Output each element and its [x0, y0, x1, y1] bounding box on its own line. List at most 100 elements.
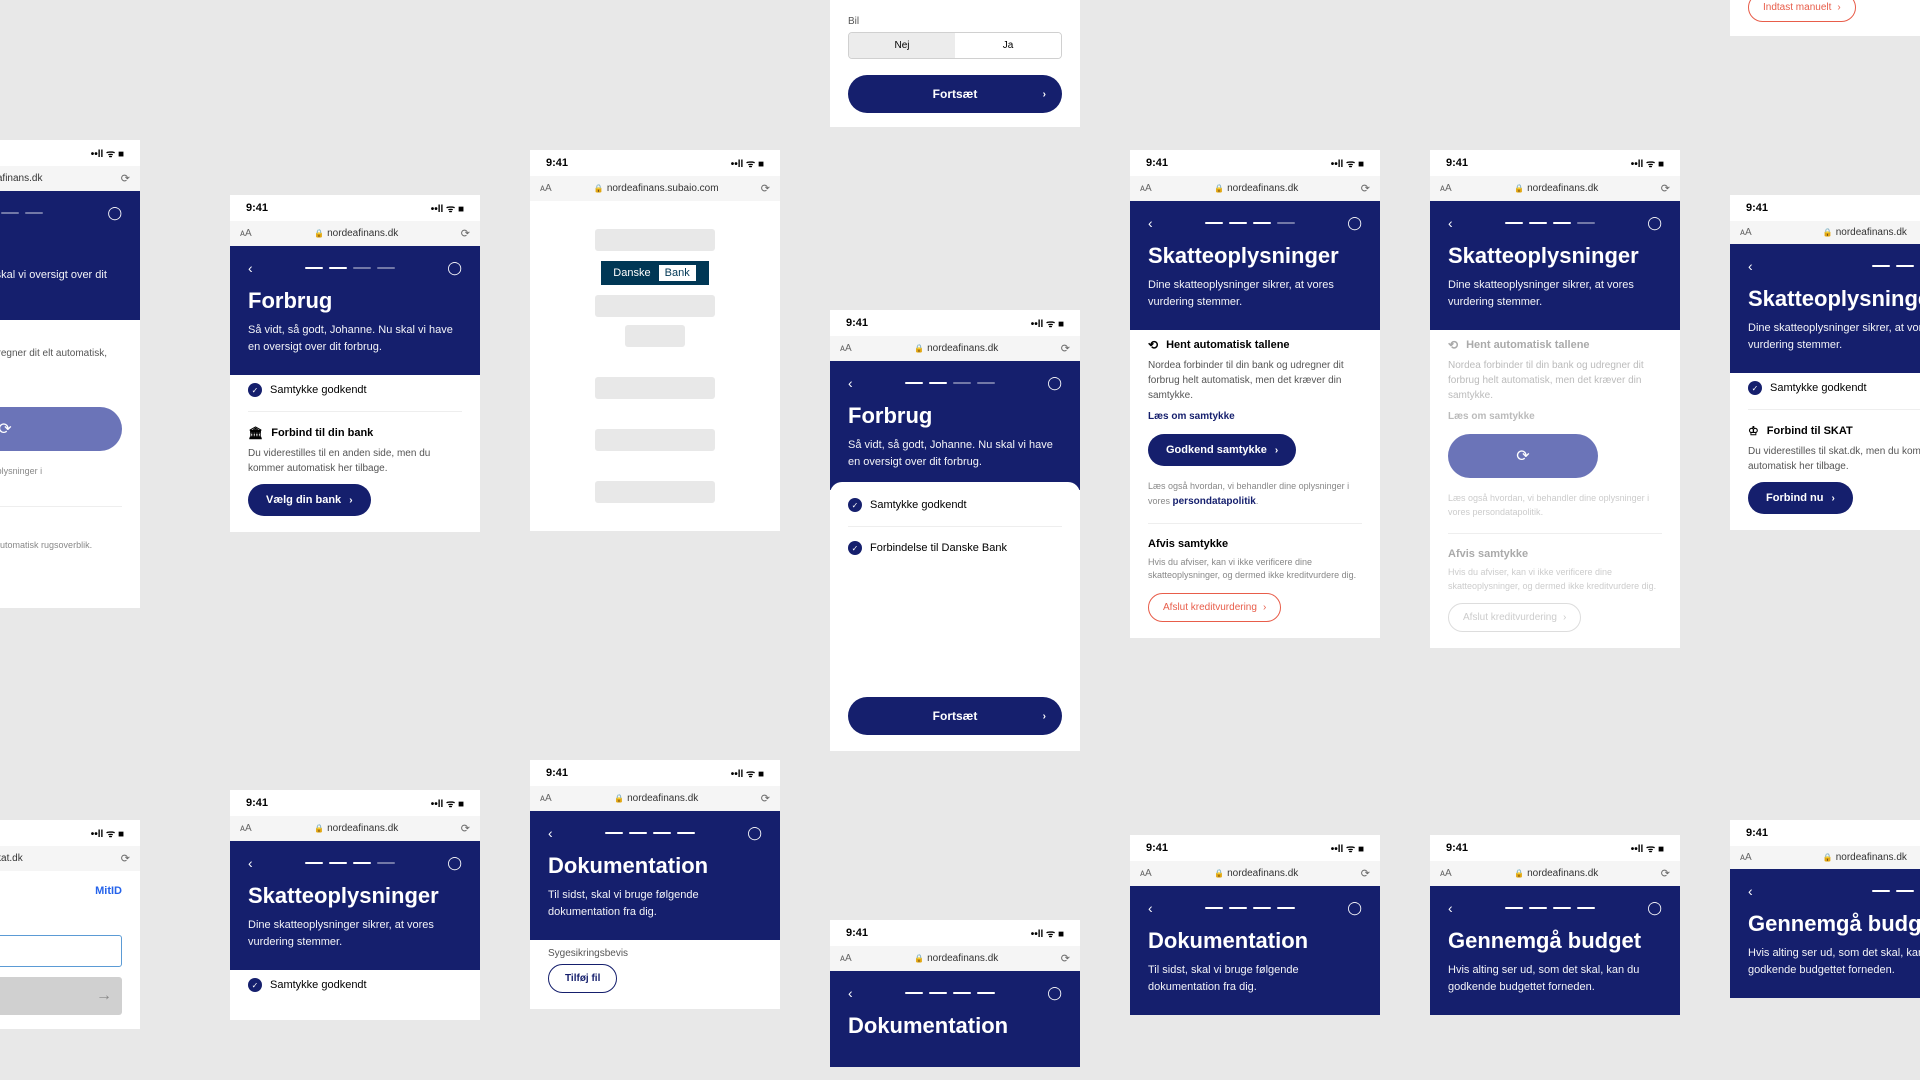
- chat-icon[interactable]: ◯: [447, 260, 462, 276]
- chat-icon[interactable]: ◯: [1647, 215, 1662, 231]
- forbind-body: Du viderestilles til en anden side, men …: [248, 446, 462, 476]
- chevron-right-icon: ›: [1043, 89, 1046, 100]
- refresh-icon[interactable]: ⟳: [461, 822, 470, 835]
- indtast-manuelt-button[interactable]: Indtast manuelt›: [1748, 0, 1856, 22]
- bank-item[interactable]: [625, 325, 685, 347]
- chat-icon[interactable]: ◯: [107, 205, 122, 221]
- chat-icon[interactable]: ◯: [1347, 900, 1362, 916]
- back-button[interactable]: ‹: [848, 375, 853, 391]
- refresh-icon[interactable]: ⟳: [1661, 182, 1670, 195]
- fortsaet-button[interactable]: Fortsæt›: [848, 75, 1062, 113]
- status-time: 9:41: [1746, 827, 1768, 839]
- hero-sub: Så vidt, så godt, Johanne. Nu skal vi ha…: [248, 322, 462, 355]
- bank-item[interactable]: [595, 377, 715, 399]
- toggle-bil[interactable]: Nej Ja: [848, 32, 1062, 59]
- godkend-button[interactable]: Godkend samtykke›: [1148, 434, 1296, 466]
- hent-head: ⟲Hent automatisk tallene: [1448, 338, 1662, 352]
- refresh-icon[interactable]: ⟳: [1361, 182, 1370, 195]
- refresh-icon[interactable]: ⟳: [1061, 952, 1070, 965]
- samtykke-row: ✓Samtykke godkendt: [248, 383, 462, 397]
- chat-icon[interactable]: ◯: [747, 825, 762, 841]
- refresh-icon[interactable]: ⟳: [761, 792, 770, 805]
- progress: [305, 267, 395, 269]
- afslut-button[interactable]: Afslut kreditvurdering›: [1148, 593, 1281, 622]
- refresh-icon[interactable]: ⟳: [1361, 867, 1370, 880]
- tilfoj-fil-button[interactable]: Tilføj fil: [548, 964, 617, 993]
- sync-icon: ⟲: [1448, 338, 1458, 352]
- chevron-right-icon: ›: [1043, 711, 1046, 722]
- lock-icon: 🔒: [314, 229, 324, 238]
- refresh-icon[interactable]: ⟳: [761, 182, 770, 195]
- bank-item[interactable]: [595, 429, 715, 451]
- status-time: 9:41: [1446, 157, 1468, 169]
- samtykke-row: ✓Samtykke godkendt: [248, 978, 462, 992]
- status-time: 9:41: [1146, 157, 1168, 169]
- chat-icon[interactable]: ◯: [1047, 375, 1062, 391]
- samtykke-link[interactable]: mtykke: [0, 384, 122, 395]
- status-time: 9:41: [1746, 202, 1768, 214]
- chat-icon[interactable]: ◯: [447, 855, 462, 871]
- refresh-icon[interactable]: ⟳: [1061, 342, 1070, 355]
- back-button[interactable]: ‹: [1748, 883, 1753, 899]
- hero-sub: så godt, Johanne. Nu skal vi oversigt ov…: [0, 267, 122, 300]
- bank-item[interactable]: [595, 295, 715, 317]
- back-button[interactable]: ‹: [848, 985, 853, 1001]
- lock-icon: 🔒: [1214, 184, 1224, 193]
- status-time: 9:41: [846, 317, 868, 329]
- chat-icon[interactable]: ◯: [1047, 985, 1062, 1001]
- danske-bank-item[interactable]: Danske Bank: [560, 261, 750, 285]
- hero-sub: Dine skatteoplysninger sikrer, at vores …: [1148, 277, 1362, 310]
- status-time: 9:41: [546, 157, 568, 169]
- bank-item[interactable]: [595, 481, 715, 503]
- chat-icon[interactable]: ◯: [1647, 900, 1662, 916]
- hero-title: Forbrug: [848, 403, 1062, 429]
- check-icon: ✓: [848, 498, 862, 512]
- check-icon: ✓: [248, 383, 262, 397]
- chat-icon[interactable]: ◯: [1347, 215, 1362, 231]
- chevron-right-icon: ›: [349, 495, 352, 506]
- hero-sub: Dine skatteoplysninger sikrer, at vores …: [1748, 320, 1920, 353]
- fortsaet-button[interactable]: Fortsæt›: [848, 697, 1062, 735]
- hero-sub: Dine skatteoplysninger sikrer, at vores …: [248, 917, 462, 950]
- chevron-right-icon: ›: [1263, 602, 1266, 613]
- forbind-skat-body: Du viderestilles til skat.dk, men du kom…: [1748, 444, 1920, 474]
- forbind-nu-button[interactable]: Forbind nu›: [1748, 482, 1853, 514]
- refresh-icon[interactable]: ⟳: [461, 227, 470, 240]
- hero-title: Dokumentation: [1148, 928, 1362, 954]
- status-icons: ••ll ᯤ ■: [431, 201, 464, 215]
- submit-button[interactable]: →: [0, 977, 122, 1015]
- lock-icon: 🔒: [314, 824, 324, 833]
- vaelg-bank-button[interactable]: Vælg din bank›: [248, 484, 371, 516]
- laes-link[interactable]: Læs om samtykke: [1148, 411, 1362, 422]
- back-button[interactable]: ‹: [1448, 900, 1453, 916]
- refresh-icon[interactable]: ⟳: [121, 852, 130, 865]
- aa-icon[interactable]: ᴀA: [540, 183, 552, 194]
- lock-icon: 🔒: [1823, 853, 1833, 862]
- refresh-icon[interactable]: ⟳: [1661, 867, 1670, 880]
- back-button[interactable]: ‹: [1148, 215, 1153, 231]
- back-button[interactable]: ‹: [248, 855, 253, 871]
- bank-item[interactable]: [595, 229, 715, 251]
- hero-sub: Hvis alting ser ud, som det skal, kan du…: [1748, 945, 1920, 978]
- back-button[interactable]: ‹: [548, 825, 553, 841]
- lock-icon: 🔒: [1214, 869, 1224, 878]
- hent-body: Nordea forbinder til din bank og udregne…: [1148, 358, 1362, 403]
- hero-title: Dokumentation: [848, 1013, 1062, 1039]
- status-time: 9:41: [1146, 842, 1168, 854]
- status-time: 9:41: [846, 927, 868, 939]
- mitid-input[interactable]: [0, 935, 122, 967]
- back-button[interactable]: ‹: [248, 260, 253, 276]
- back-button[interactable]: ‹: [1148, 900, 1153, 916]
- help-icon[interactable]: ⓘ: [0, 911, 122, 927]
- samtykke-row: ✓Samtykke godkendt: [1748, 381, 1920, 395]
- aa-icon[interactable]: ᴀA: [240, 228, 252, 239]
- chevron-right-icon: ›: [1275, 445, 1278, 456]
- refresh-icon[interactable]: ⟳: [121, 172, 130, 185]
- chevron-right-icon: ›: [1837, 2, 1840, 13]
- hero-sub: Så vidt, så godt, Johanne. Nu skal vi ha…: [848, 437, 1062, 470]
- check-icon: ✓: [848, 541, 862, 555]
- back-button[interactable]: ‹: [1748, 258, 1753, 274]
- chevron-right-icon: ›: [1831, 493, 1834, 504]
- back-button[interactable]: ‹: [1448, 215, 1453, 231]
- hero-sub: Til sidst, skal vi bruge følgende dokume…: [548, 887, 762, 920]
